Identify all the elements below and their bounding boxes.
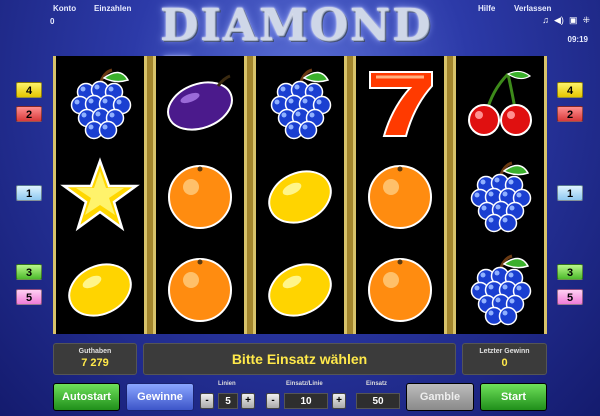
line-marker-right-1[interactable]: 1 xyxy=(557,185,583,201)
reel-5 xyxy=(453,56,547,334)
grapes-icon xyxy=(270,68,332,140)
fullscreen-icon[interactable]: ▣ xyxy=(569,15,578,25)
orange-symbol xyxy=(158,153,242,237)
line-marker-left-3[interactable]: 3 xyxy=(16,264,42,280)
lemon-symbol xyxy=(258,153,342,237)
autostart-button[interactable]: Autostart xyxy=(53,383,120,411)
game-logo: DIAMOND 7 xyxy=(160,0,445,101)
grapes-symbol xyxy=(458,246,542,330)
seven-symbol xyxy=(358,60,442,144)
line-marker-left-4[interactable]: 4 xyxy=(16,82,42,98)
line-marker-left-1[interactable]: 1 xyxy=(16,185,42,201)
hilfe-link[interactable]: Hilfe xyxy=(478,4,495,13)
grapes-symbol xyxy=(58,60,142,144)
logo-text: DIAMOND xyxy=(160,0,433,51)
plum-symbol xyxy=(158,60,242,144)
lines-value: 5 xyxy=(218,393,238,409)
line-marker-left-5[interactable]: 5 xyxy=(16,289,42,305)
orange-icon xyxy=(368,257,432,322)
line-marker-right-5[interactable]: 5 xyxy=(557,289,583,305)
gamble-button[interactable]: Gamble xyxy=(406,383,474,411)
cherries-symbol xyxy=(458,60,542,144)
lemon-icon xyxy=(68,263,132,317)
verlassen-link[interactable]: Verlassen xyxy=(514,4,551,13)
seven-icon xyxy=(369,71,433,138)
info-bar: Guthaben 7 279 Bitte Einsatz wählen Letz… xyxy=(53,343,547,375)
lemon-icon xyxy=(268,263,332,317)
lemon-symbol xyxy=(58,246,142,330)
star-icon xyxy=(60,157,140,232)
reel-2 xyxy=(153,56,247,334)
orange-icon xyxy=(168,257,232,322)
status-message: Bitte Einsatz wählen xyxy=(143,343,456,375)
lemon-icon xyxy=(268,170,332,224)
grapes-icon xyxy=(70,68,132,140)
grapes-symbol xyxy=(458,153,542,237)
total-bet-value: 50 xyxy=(356,393,400,409)
orange-symbol xyxy=(358,153,442,237)
last-win-value: 0 xyxy=(501,357,508,369)
orange-symbol xyxy=(158,246,242,330)
session-counter: 0 xyxy=(50,17,55,26)
orange-symbol xyxy=(358,246,442,330)
reel-1 xyxy=(53,56,147,334)
bet-per-line-value: 10 xyxy=(284,393,328,409)
bet-per-line-label: Einsatz/Linie xyxy=(286,381,323,387)
grapes-icon xyxy=(470,254,532,325)
bet-plus-button[interactable]: + xyxy=(332,393,346,409)
balance-value: 7 279 xyxy=(81,357,109,369)
music-icon[interactable]: ♫ xyxy=(542,15,549,25)
reel-4 xyxy=(353,56,447,334)
lines-label: Linien xyxy=(218,381,236,387)
line-marker-right-4[interactable]: 4 xyxy=(557,82,583,98)
lines-minus-button[interactable]: - xyxy=(200,393,214,409)
konto-link[interactable]: Konto xyxy=(53,4,76,13)
reels-frame xyxy=(53,56,547,334)
plum-icon xyxy=(167,74,233,131)
balance-box: Guthaben 7 279 xyxy=(53,343,137,375)
start-button[interactable]: Start xyxy=(480,383,547,411)
line-marker-left-2[interactable]: 2 xyxy=(16,106,42,122)
balance-label: Guthaben xyxy=(78,348,112,355)
header-icons: ♫ ◀) ▣ ⁜ xyxy=(542,15,590,25)
orange-icon xyxy=(168,164,232,229)
lemon-symbol xyxy=(258,246,342,330)
line-marker-right-3[interactable]: 3 xyxy=(557,264,583,280)
bet-minus-button[interactable]: - xyxy=(266,393,280,409)
settings-icon[interactable]: ⁜ xyxy=(582,15,590,25)
volume-icon[interactable]: ◀) xyxy=(554,15,564,25)
grapes-icon xyxy=(470,161,532,233)
grapes-symbol xyxy=(258,60,342,144)
reel-3 xyxy=(253,56,347,334)
orange-icon xyxy=(368,164,432,229)
clock: 09:19 xyxy=(567,35,588,44)
last-win-box: Letzter Gewinn 0 xyxy=(462,343,547,375)
lines-plus-button[interactable]: + xyxy=(241,393,255,409)
gewinne-button[interactable]: Gewinne xyxy=(126,383,194,411)
last-win-label: Letzter Gewinn xyxy=(479,348,530,355)
total-bet-label: Einsatz xyxy=(366,381,388,387)
cherries-icon xyxy=(468,71,532,137)
einzahlen-link[interactable]: Einzahlen xyxy=(94,4,131,13)
top-bar: Konto Einzahlen 0 DIAMOND 7 Hilfe Verlas… xyxy=(0,0,600,101)
star-symbol xyxy=(58,153,142,237)
line-marker-right-2[interactable]: 2 xyxy=(557,106,583,122)
